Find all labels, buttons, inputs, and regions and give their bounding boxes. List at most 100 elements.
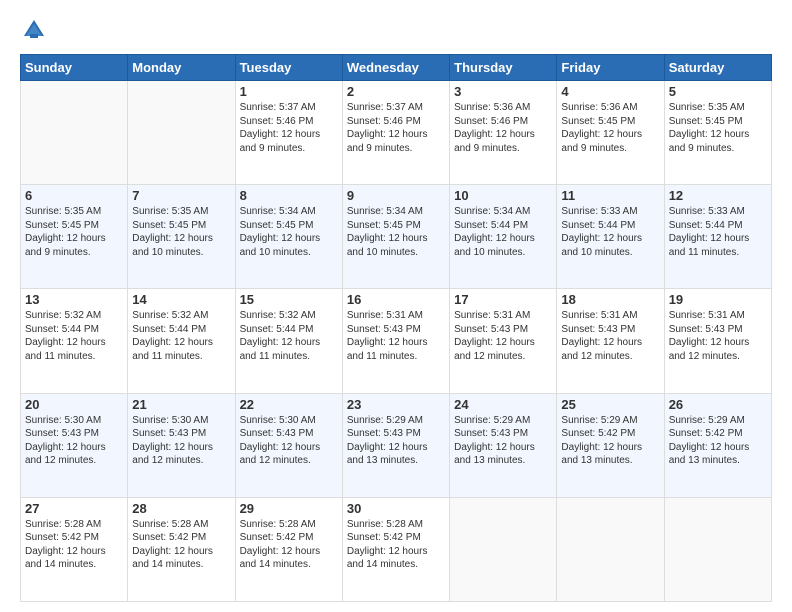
cell-info-line: and 12 minutes. <box>132 454 230 468</box>
cell-info-line: and 11 minutes. <box>669 246 767 260</box>
cell-info-line: Sunset: 5:43 PM <box>240 427 338 441</box>
week-row-2: 6Sunrise: 5:35 AMSunset: 5:45 PMDaylight… <box>21 185 772 289</box>
cell-info-line: Sunset: 5:43 PM <box>454 427 552 441</box>
day-number: 11 <box>561 188 659 203</box>
cell-info-line: Sunset: 5:45 PM <box>561 115 659 129</box>
calendar-cell <box>450 497 557 601</box>
cell-info-line: Sunset: 5:43 PM <box>25 427 123 441</box>
day-number: 29 <box>240 501 338 516</box>
day-number: 24 <box>454 397 552 412</box>
cell-info-line: Sunrise: 5:37 AM <box>240 101 338 115</box>
cell-info-line: Daylight: 12 hours <box>132 441 230 455</box>
cell-info-line: and 10 minutes. <box>347 246 445 260</box>
cell-info-line: and 10 minutes. <box>561 246 659 260</box>
calendar-cell: 22Sunrise: 5:30 AMSunset: 5:43 PMDayligh… <box>235 393 342 497</box>
cell-info-line: Sunrise: 5:29 AM <box>454 414 552 428</box>
cell-info-line: Sunrise: 5:36 AM <box>561 101 659 115</box>
cell-info-line: Sunset: 5:46 PM <box>240 115 338 129</box>
cell-info-line: and 9 minutes. <box>240 142 338 156</box>
cell-info-line: Sunset: 5:43 PM <box>347 323 445 337</box>
day-number: 25 <box>561 397 659 412</box>
day-number: 4 <box>561 84 659 99</box>
cell-info-line: Daylight: 12 hours <box>25 336 123 350</box>
day-number: 22 <box>240 397 338 412</box>
day-number: 20 <box>25 397 123 412</box>
cell-info-line: Sunrise: 5:34 AM <box>454 205 552 219</box>
cell-info-line: Sunrise: 5:37 AM <box>347 101 445 115</box>
calendar-cell: 21Sunrise: 5:30 AMSunset: 5:43 PMDayligh… <box>128 393 235 497</box>
header <box>20 16 772 44</box>
calendar-cell: 10 Sunrise: 5:34 AMSunset: 5:44 PMDayligh… <box>450 185 557 289</box>
calendar-cell: 27Sunrise: 5:28 AMSunset: 5:42 PMDayligh… <box>21 497 128 601</box>
cell-info-line: Sunset: 5:42 PM <box>669 427 767 441</box>
calendar-cell <box>21 81 128 185</box>
cell-info-line: Sunset: 5:43 PM <box>347 427 445 441</box>
cell-info-line: Daylight: 12 hours <box>25 545 123 559</box>
calendar-cell: 29Sunrise: 5:28 AMSunset: 5:42 PMDayligh… <box>235 497 342 601</box>
calendar-cell: 15Sunrise: 5:32 AMSunset: 5:44 PMDayligh… <box>235 289 342 393</box>
cell-info-line: Sunset: 5:44 PM <box>561 219 659 233</box>
cell-info-line: Sunset: 5:44 PM <box>454 219 552 233</box>
cell-info-line: and 9 minutes. <box>561 142 659 156</box>
calendar-cell: 18Sunrise: 5:31 AMSunset: 5:43 PMDayligh… <box>557 289 664 393</box>
cell-info-line: Daylight: 12 hours <box>454 232 552 246</box>
day-number: 28 <box>132 501 230 516</box>
cell-info-line: Sunrise: 5:29 AM <box>347 414 445 428</box>
cell-info-line: Sunset: 5:42 PM <box>347 531 445 545</box>
cell-info-line: Sunrise: 5:31 AM <box>347 309 445 323</box>
calendar-cell: 14Sunrise: 5:32 AMSunset: 5:44 PMDayligh… <box>128 289 235 393</box>
cell-info-line: Sunset: 5:45 PM <box>669 115 767 129</box>
cell-info-line: and 10 minutes. <box>454 246 552 260</box>
cell-info-line: Daylight: 12 hours <box>132 545 230 559</box>
cell-info-line: Daylight: 12 hours <box>347 441 445 455</box>
day-number: 1 <box>240 84 338 99</box>
cell-info-line: and 13 minutes. <box>561 454 659 468</box>
cell-info-line: Sunrise: 5:32 AM <box>25 309 123 323</box>
cell-info-line: Daylight: 12 hours <box>240 336 338 350</box>
day-number: 3 <box>454 84 552 99</box>
day-number: 27 <box>25 501 123 516</box>
cell-info-line: Sunset: 5:44 PM <box>669 219 767 233</box>
weekday-header-thursday: Thursday <box>450 55 557 81</box>
cell-info-line: and 9 minutes. <box>25 246 123 260</box>
cell-info-line: Daylight: 12 hours <box>240 128 338 142</box>
calendar-cell: 20Sunrise: 5:30 AMSunset: 5:43 PMDayligh… <box>21 393 128 497</box>
cell-info-line: Sunrise: 5:30 AM <box>25 414 123 428</box>
cell-info-line: Sunset: 5:46 PM <box>347 115 445 129</box>
cell-info-line: and 13 minutes. <box>454 454 552 468</box>
cell-info-line: Sunrise: 5:31 AM <box>669 309 767 323</box>
cell-info-line: Daylight: 12 hours <box>561 441 659 455</box>
week-row-4: 20Sunrise: 5:30 AMSunset: 5:43 PMDayligh… <box>21 393 772 497</box>
cell-info-line: Sunset: 5:42 PM <box>240 531 338 545</box>
cell-info-line: Sunset: 5:42 PM <box>132 531 230 545</box>
logo-icon <box>20 16 48 44</box>
cell-info-line: Sunset: 5:45 PM <box>240 219 338 233</box>
cell-info-line: Sunset: 5:42 PM <box>561 427 659 441</box>
cell-info-line: and 10 minutes. <box>132 246 230 260</box>
cell-info-line: Sunset: 5:43 PM <box>561 323 659 337</box>
cell-info-line: Sunset: 5:42 PM <box>25 531 123 545</box>
cell-info-line: Daylight: 12 hours <box>454 336 552 350</box>
cell-info-line: and 12 minutes. <box>561 350 659 364</box>
cell-info-line: Sunrise: 5:33 AM <box>669 205 767 219</box>
day-number: 17 <box>454 292 552 307</box>
day-number: 18 <box>561 292 659 307</box>
cell-info-line: Sunset: 5:44 PM <box>25 323 123 337</box>
day-number: 15 <box>240 292 338 307</box>
cell-info-line: and 11 minutes. <box>240 350 338 364</box>
weekday-header-tuesday: Tuesday <box>235 55 342 81</box>
cell-info-line: Daylight: 12 hours <box>347 232 445 246</box>
calendar-cell: 17Sunrise: 5:31 AMSunset: 5:43 PMDayligh… <box>450 289 557 393</box>
day-number: 12 <box>669 188 767 203</box>
day-number: 30 <box>347 501 445 516</box>
cell-info-line: and 11 minutes. <box>132 350 230 364</box>
calendar-cell: 9Sunrise: 5:34 AMSunset: 5:45 PMDaylight… <box>342 185 449 289</box>
weekday-header-wednesday: Wednesday <box>342 55 449 81</box>
day-number: 10 <box>454 188 552 203</box>
calendar-cell <box>128 81 235 185</box>
calendar-cell: 13Sunrise: 5:32 AMSunset: 5:44 PMDayligh… <box>21 289 128 393</box>
cell-info-line: and 14 minutes. <box>347 558 445 572</box>
cell-info-line: and 9 minutes. <box>669 142 767 156</box>
calendar-cell: 24Sunrise: 5:29 AMSunset: 5:43 PMDayligh… <box>450 393 557 497</box>
weekday-header-friday: Friday <box>557 55 664 81</box>
